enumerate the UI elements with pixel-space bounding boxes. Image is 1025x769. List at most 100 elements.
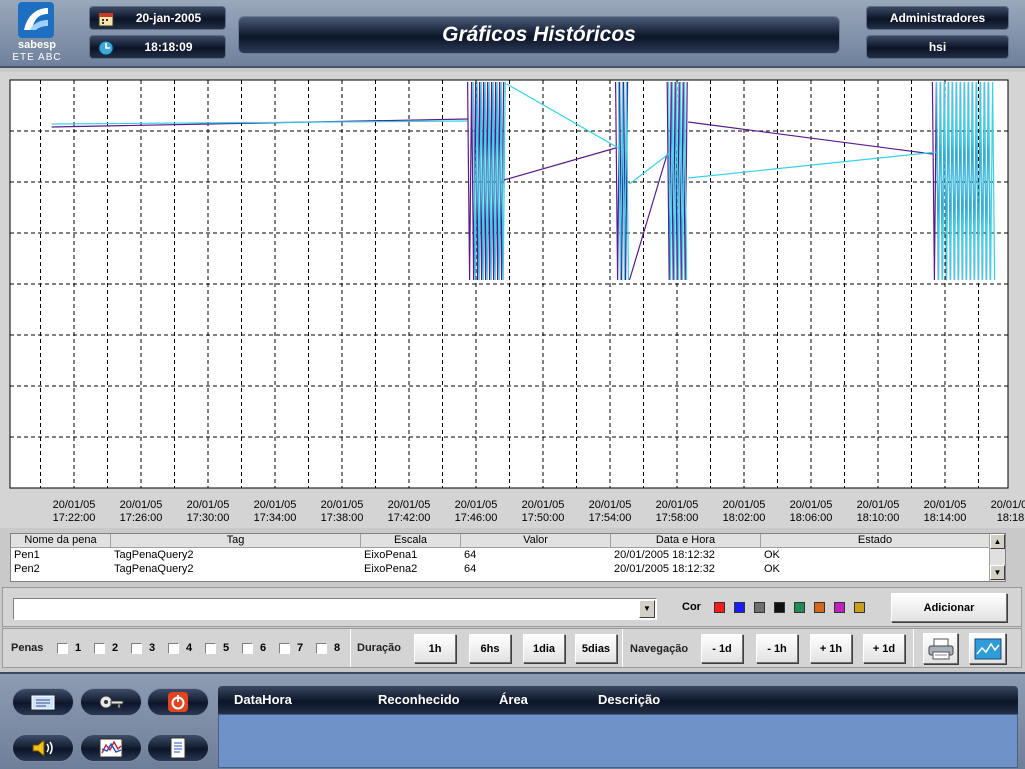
x-tick-date-label: 20/01/05 — [723, 499, 766, 511]
x-tick-date-label: 20/01/05 — [187, 499, 230, 511]
alarm-col-area: Área — [499, 692, 528, 707]
x-tick-date-label: 20/01/05 — [991, 499, 1025, 511]
pen-table[interactable]: Nome da pena Tag Escala Valor Data e Hora Est… — [10, 533, 1006, 582]
print-button[interactable] — [923, 633, 958, 664]
x-tick-date-label: 20/01/05 — [455, 499, 498, 511]
color-swatch[interactable] — [734, 602, 745, 613]
column-header[interactable]: Estado — [761, 534, 990, 547]
table-cell: 20/01/2005 18:12:32 — [614, 549, 715, 561]
x-tick-time-label: 17:50:00 — [522, 512, 565, 524]
user-button[interactable]: hsi — [866, 35, 1009, 59]
x-tick-time-label: 17:58:00 — [656, 512, 699, 524]
keys-button[interactable] — [80, 688, 142, 716]
pen-checkbox[interactable] — [168, 643, 179, 654]
alarm-col-acknowledged: Reconhecido — [378, 692, 460, 707]
x-tick-date-label: 20/01/05 — [522, 499, 565, 511]
pen-table-header: Nome da pena Tag Escala Valor Data e Hora Est… — [11, 534, 1005, 548]
document-icon — [170, 737, 186, 759]
time-text: 18:18:09 — [144, 40, 193, 54]
trends-button[interactable] — [80, 734, 142, 762]
scroll-down-icon[interactable]: ▼ — [990, 565, 1005, 580]
x-tick-time-label: 17:54:00 — [589, 512, 632, 524]
tag-combobox[interactable]: ▼ — [13, 598, 657, 620]
pen-checkbox[interactable] — [94, 643, 105, 654]
table-scrollbar[interactable]: ▲ ▼ — [989, 534, 1005, 581]
x-tick-date-label: 20/01/05 — [656, 499, 699, 511]
color-swatch[interactable] — [714, 602, 725, 613]
color-swatch[interactable] — [754, 602, 765, 613]
column-header[interactable]: Nome da pena — [11, 534, 111, 547]
brand-name: sabesp — [18, 39, 56, 51]
pen-checkbox[interactable] — [316, 643, 327, 654]
pen-checkbox[interactable] — [131, 643, 142, 654]
navigation-button[interactable]: + 1h — [810, 634, 852, 663]
table-row[interactable]: Pen2 TagPenaQuery2 EixoPena2 64 20/01/2005 1… — [11, 562, 1005, 576]
sound-button[interactable] — [12, 734, 74, 762]
color-swatch[interactable] — [794, 602, 805, 613]
pen-number-label: 8 — [334, 642, 341, 654]
add-button[interactable]: Adicionar — [891, 593, 1007, 622]
table-cell: 64 — [464, 563, 477, 575]
site-name: ETE ABC — [12, 52, 62, 63]
duration-button[interactable]: 1h — [414, 634, 456, 663]
navigation-button[interactable]: - 1d — [701, 634, 743, 663]
x-tick-time-label: 17:26:00 — [120, 512, 163, 524]
column-header[interactable]: Valor — [461, 534, 611, 547]
table-row[interactable]: Pen1 TagPenaQuery2 EixoPena1 64 20/01/2005 1… — [11, 548, 1005, 562]
duration-button[interactable]: 6hs — [469, 634, 511, 663]
color-swatch[interactable] — [834, 602, 845, 613]
chevron-down-icon[interactable]: ▼ — [639, 600, 655, 618]
user-group-button[interactable]: Administradores — [866, 6, 1009, 30]
chart-view-button[interactable] — [969, 633, 1006, 664]
navigation-button[interactable]: + 1d — [863, 634, 905, 663]
column-header[interactable]: Tag — [111, 534, 361, 547]
table-cell: Pen1 — [14, 549, 40, 561]
x-tick-time-label: 17:38:00 — [321, 512, 364, 524]
x-tick-date-label: 20/01/05 — [120, 499, 163, 511]
sabesp-logo: sabesp ETE ABC — [6, 2, 68, 64]
key-icon — [99, 695, 124, 709]
calendar-icon — [98, 12, 114, 27]
time-display: 18:18:09 — [89, 35, 226, 59]
scroll-up-icon[interactable]: ▲ — [990, 534, 1005, 549]
chart-canvas[interactable]: 20/01/0517:22:0020/01/0517:26:0020/01/05… — [0, 72, 1025, 528]
clock-icon — [98, 40, 114, 56]
x-tick-time-label: 17:46:00 — [455, 512, 498, 524]
date-text: 20-jan-2005 — [135, 11, 202, 25]
color-swatch[interactable] — [774, 602, 785, 613]
pen-checkbox[interactable] — [279, 643, 290, 654]
chart-controls-bar: Penas 1 2 3 4 5 6 7 8 Duração 1h 6hs 1dia 5dias Na… — [2, 628, 1022, 668]
shutdown-button[interactable] — [147, 688, 209, 716]
x-tick-time-label: 17:22:00 — [53, 512, 96, 524]
pen-number-label: 1 — [75, 642, 82, 654]
history-chart[interactable]: 20/01/05 17:22:00 20/01/05 17:26:00 20/01/05… — [0, 72, 1025, 528]
sabesp-logo-icon — [18, 2, 54, 38]
column-header[interactable]: Data e Hora — [611, 534, 761, 547]
duration-button[interactable]: 1dia — [523, 634, 565, 663]
color-swatch[interactable] — [854, 602, 865, 613]
pen-checkbox[interactable] — [205, 643, 216, 654]
x-tick-time-label: 18:18: — [997, 512, 1025, 524]
column-header[interactable]: Escala — [361, 534, 461, 547]
pen-number-label: 3 — [149, 642, 156, 654]
power-icon — [168, 692, 188, 712]
alarm-list[interactable] — [218, 714, 1018, 768]
x-tick-date-label: 20/01/05 — [790, 499, 833, 511]
x-tick-date-label: 20/01/05 — [857, 499, 900, 511]
duration-button[interactable]: 5dias — [575, 634, 617, 663]
graph-icon — [99, 738, 123, 758]
report-button[interactable] — [147, 734, 209, 762]
color-swatch[interactable] — [814, 602, 825, 613]
divider — [350, 629, 351, 667]
x-tick-time-label: 17:30:00 — [187, 512, 230, 524]
pen-checkbox[interactable] — [242, 643, 253, 654]
color-label: Cor — [682, 601, 701, 613]
navigation-button[interactable]: - 1h — [756, 634, 798, 663]
bottom-bar: DataHora Reconhecido Área Descrição — [0, 672, 1025, 769]
table-cell: OK — [764, 563, 780, 575]
x-tick-date-label: 20/01/05 — [924, 499, 967, 511]
pen-checkbox[interactable] — [57, 643, 68, 654]
x-tick-time-label: 18:06:00 — [790, 512, 833, 524]
pens-label: Penas — [11, 642, 44, 654]
screens-button[interactable] — [12, 688, 74, 716]
